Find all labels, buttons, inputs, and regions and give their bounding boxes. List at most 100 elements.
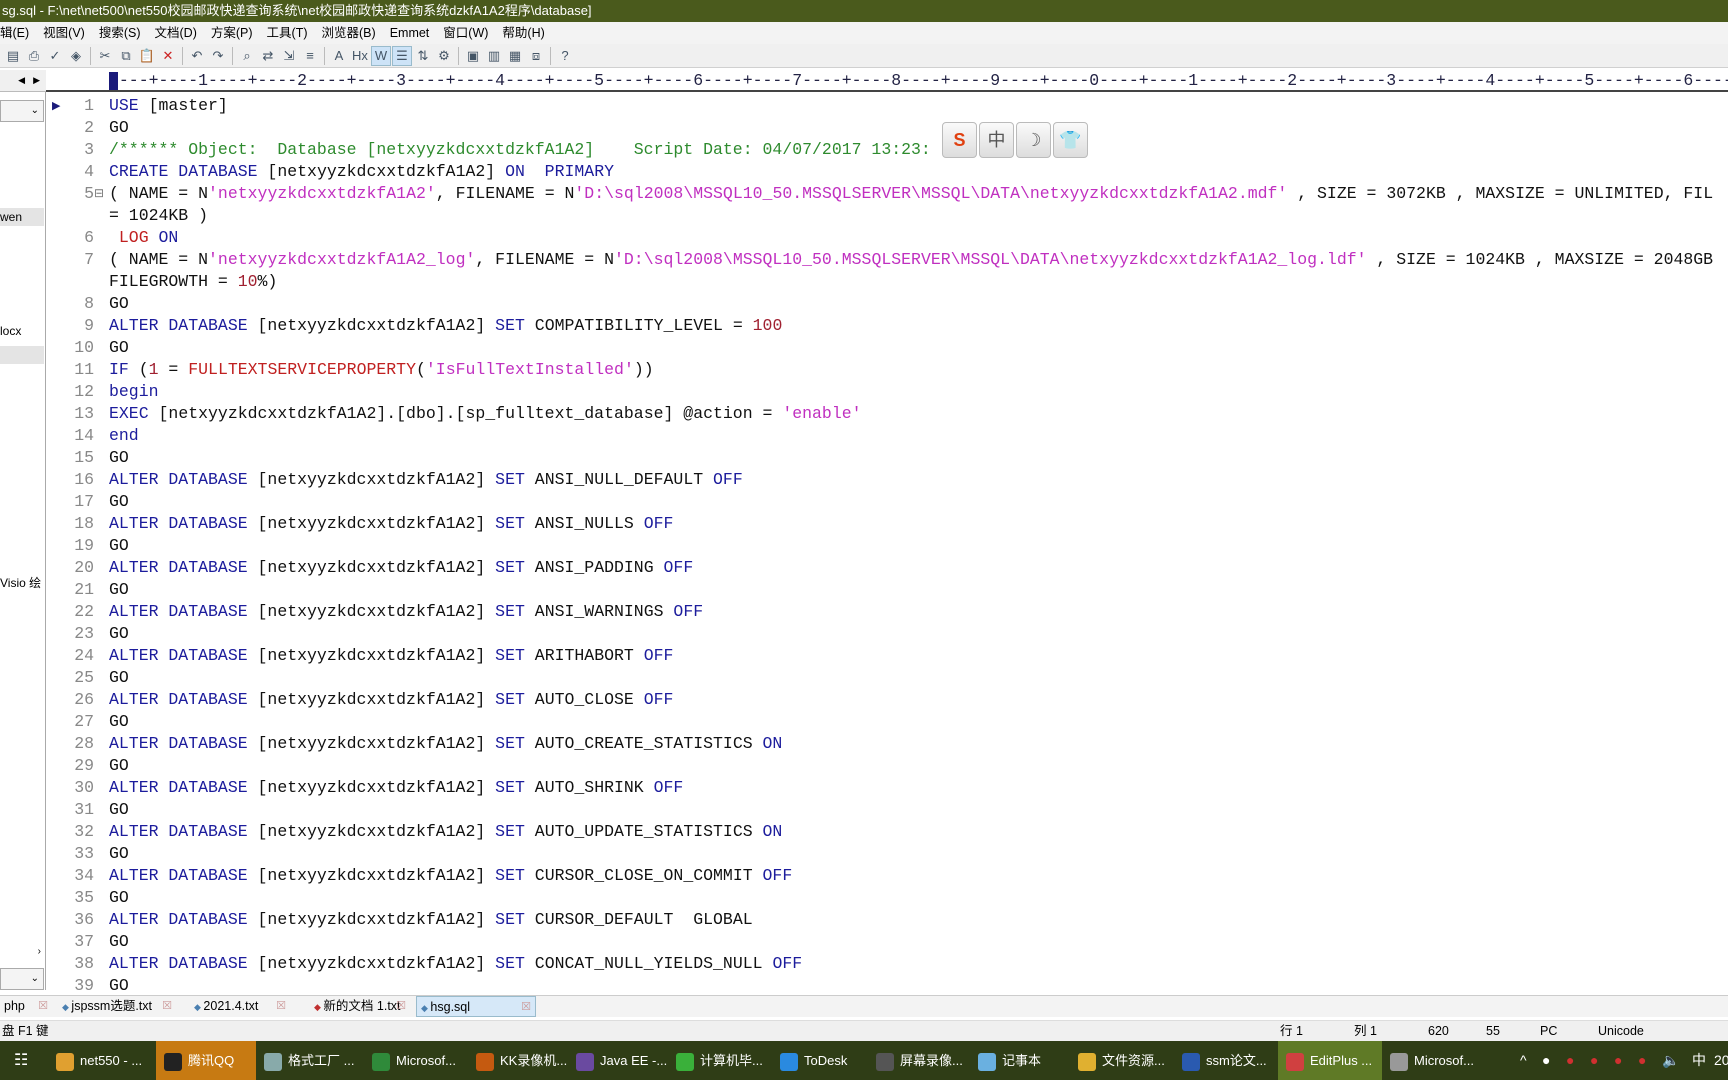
taskbar-item[interactable]: Microsof...: [364, 1041, 468, 1080]
spellcheck-icon[interactable]: ✓: [46, 47, 64, 65]
filter-select[interactable]: ⌄: [0, 968, 44, 990]
settings-icon[interactable]: ⚙: [435, 47, 453, 65]
menu-item[interactable]: Emmet: [390, 26, 430, 40]
tab-新的文档 1.txt[interactable]: ◆ 新的文档 1.txt ☒: [310, 996, 410, 1017]
print-icon[interactable]: ⎙: [25, 47, 43, 65]
menu-item[interactable]: 帮助(H): [502, 26, 544, 40]
taskbar-item[interactable]: EditPlus ...: [1278, 1041, 1382, 1080]
clock[interactable]: 20: [1714, 1041, 1728, 1080]
prev-icon[interactable]: ◀: [18, 75, 25, 86]
code-token: )): [633, 360, 654, 379]
scroll-right-icon[interactable]: ›: [38, 946, 41, 957]
taskbar-label: 格式工厂 ...: [288, 1053, 355, 1068]
code-token: OFF: [643, 514, 674, 533]
chinese-mode-icon[interactable]: 中: [979, 122, 1014, 158]
code-token: [netxyyzkdcxxtdzkfA1A2]: [247, 822, 496, 841]
file-icon: ◆: [194, 1002, 204, 1012]
taskbar-item[interactable]: ssm论文...: [1174, 1041, 1278, 1080]
undo-icon[interactable]: ↶: [188, 47, 206, 65]
layout-1-icon[interactable]: ▣: [464, 47, 482, 65]
layout-2-icon[interactable]: ▥: [485, 47, 503, 65]
taskbar-item[interactable]: 记事本: [970, 1041, 1070, 1080]
file-item[interactable]: Visio 绘: [0, 574, 44, 592]
code-token: ALTER DATABASE: [109, 646, 248, 665]
hex-icon[interactable]: Hx: [351, 47, 369, 65]
tab-jspssm选题.txt[interactable]: ◆ jspssm选题.txt ☒: [58, 996, 176, 1017]
copy-icon[interactable]: ⧉: [117, 47, 135, 65]
close-tab-icon[interactable]: ☒: [521, 997, 531, 1017]
taskbar-item[interactable]: 屏幕录像...: [868, 1041, 970, 1080]
file-panel: ◀ ▶ ⌄ wen locx Visio 绘 › ⌄: [0, 70, 46, 990]
menu-item[interactable]: 工具(T): [267, 26, 308, 40]
goto-icon[interactable]: ⇲: [280, 47, 298, 65]
sogou-logo-icon[interactable]: S: [942, 122, 977, 158]
browser-icon[interactable]: ◈: [67, 47, 85, 65]
paste-icon[interactable]: 📋: [138, 47, 156, 65]
tab-hsg.sql[interactable]: ◆ hsg.sql ☒: [416, 996, 536, 1017]
close-tab-icon[interactable]: ☒: [38, 996, 48, 1016]
menu-item[interactable]: 文档(D): [155, 26, 197, 40]
print-preview-icon[interactable]: ▤: [4, 47, 22, 65]
qq-icon[interactable]: ●: [1638, 1041, 1646, 1080]
word-wrap-icon[interactable]: W: [371, 45, 391, 66]
layout-4-icon[interactable]: ⧈: [527, 47, 545, 65]
fold-toggle-icon[interactable]: ⊟: [94, 183, 104, 205]
tray-chevron-icon[interactable]: ^: [1520, 1041, 1527, 1080]
status-hint: 盘 F1 键: [2, 1024, 49, 1038]
close-tab-icon[interactable]: ☒: [162, 996, 172, 1016]
ime-indicator[interactable]: 中: [1692, 1041, 1706, 1080]
taskbar-item[interactable]: 文件资源...: [1070, 1041, 1174, 1080]
taskbar-item[interactable]: KK录像机...: [468, 1041, 568, 1080]
file-item-selected[interactable]: [0, 346, 44, 364]
tab-2021.4.txt[interactable]: ◆ 2021.4.txt ☒: [190, 996, 290, 1017]
menu-item[interactable]: 搜索(S): [99, 26, 141, 40]
line-sort-icon[interactable]: ⇅: [414, 47, 432, 65]
qq-icon[interactable]: ●: [1566, 1041, 1574, 1080]
taskbar-item[interactable]: net550 - ...: [48, 1041, 156, 1080]
drive-select[interactable]: ⌄: [0, 100, 44, 122]
code-token: ALTER DATABASE: [109, 514, 248, 533]
delete-icon[interactable]: ✕: [159, 47, 177, 65]
replace-icon[interactable]: ⇄: [259, 47, 277, 65]
code-token: 1: [148, 360, 159, 379]
close-tab-icon[interactable]: ☒: [276, 996, 286, 1016]
taskbar-item[interactable]: 计算机毕...: [668, 1041, 772, 1080]
taskbar-item[interactable]: 腾讯QQ: [156, 1041, 256, 1080]
qq-icon[interactable]: ●: [1614, 1041, 1622, 1080]
qq-icon[interactable]: ●: [1590, 1041, 1598, 1080]
line-number: 10: [74, 338, 94, 357]
taskbar-item[interactable]: Java EE -...: [568, 1041, 668, 1080]
tab-php[interactable]: php ☒: [0, 996, 52, 1017]
line-text: FILEGROWTH = 10%): [109, 271, 277, 293]
shield-icon[interactable]: ●: [1542, 1041, 1550, 1080]
volume-icon[interactable]: 🔈: [1662, 1041, 1679, 1080]
taskbar-item[interactable]: ToDesk: [772, 1041, 868, 1080]
menu-item[interactable]: 视图(V): [43, 26, 85, 40]
code-editor[interactable]: ▶ 1 USE [master] 2 GO 3/****** Object: Databa…: [46, 95, 1728, 990]
file-item[interactable]: locx: [0, 322, 44, 340]
help-icon[interactable]: ?: [556, 47, 574, 65]
next-icon[interactable]: ▶: [33, 75, 40, 86]
file-item[interactable]: wen: [0, 208, 44, 226]
night-mode-icon[interactable]: ☽: [1016, 122, 1051, 158]
menu-item[interactable]: 浏览器(B): [322, 26, 376, 40]
find-icon[interactable]: ⌕: [238, 47, 256, 65]
close-tab-icon[interactable]: ☒: [396, 996, 406, 1016]
menu-item[interactable]: 方案(P): [211, 26, 253, 40]
font-icon[interactable]: A: [330, 47, 348, 65]
ruler-icon[interactable]: ☰: [392, 45, 412, 66]
task-view-icon[interactable]: ☷: [14, 1041, 28, 1080]
code-line: 26 ALTER DATABASE [netxyyzkdcxxtdzkfA1A2]…: [46, 689, 1728, 711]
redo-icon[interactable]: ↷: [209, 47, 227, 65]
status-encoding: Unicode: [1598, 1024, 1644, 1038]
code-token: , FILENAME = N: [435, 184, 575, 203]
layout-3-icon[interactable]: ▦: [506, 47, 524, 65]
menu-item[interactable]: 辑(E): [0, 26, 29, 40]
taskbar-item[interactable]: 格式工厂 ...: [256, 1041, 364, 1080]
cut-icon[interactable]: ✂: [96, 47, 114, 65]
menu-item[interactable]: 窗口(W): [443, 26, 488, 40]
taskbar-item[interactable]: Microsof...: [1382, 1041, 1486, 1080]
line-number-icon[interactable]: ≡: [301, 47, 319, 65]
code-token: , SIZE = 3072KB , MAXSIZE = UNLIMITED, F…: [1287, 184, 1714, 203]
skin-icon[interactable]: 👕: [1053, 122, 1088, 158]
